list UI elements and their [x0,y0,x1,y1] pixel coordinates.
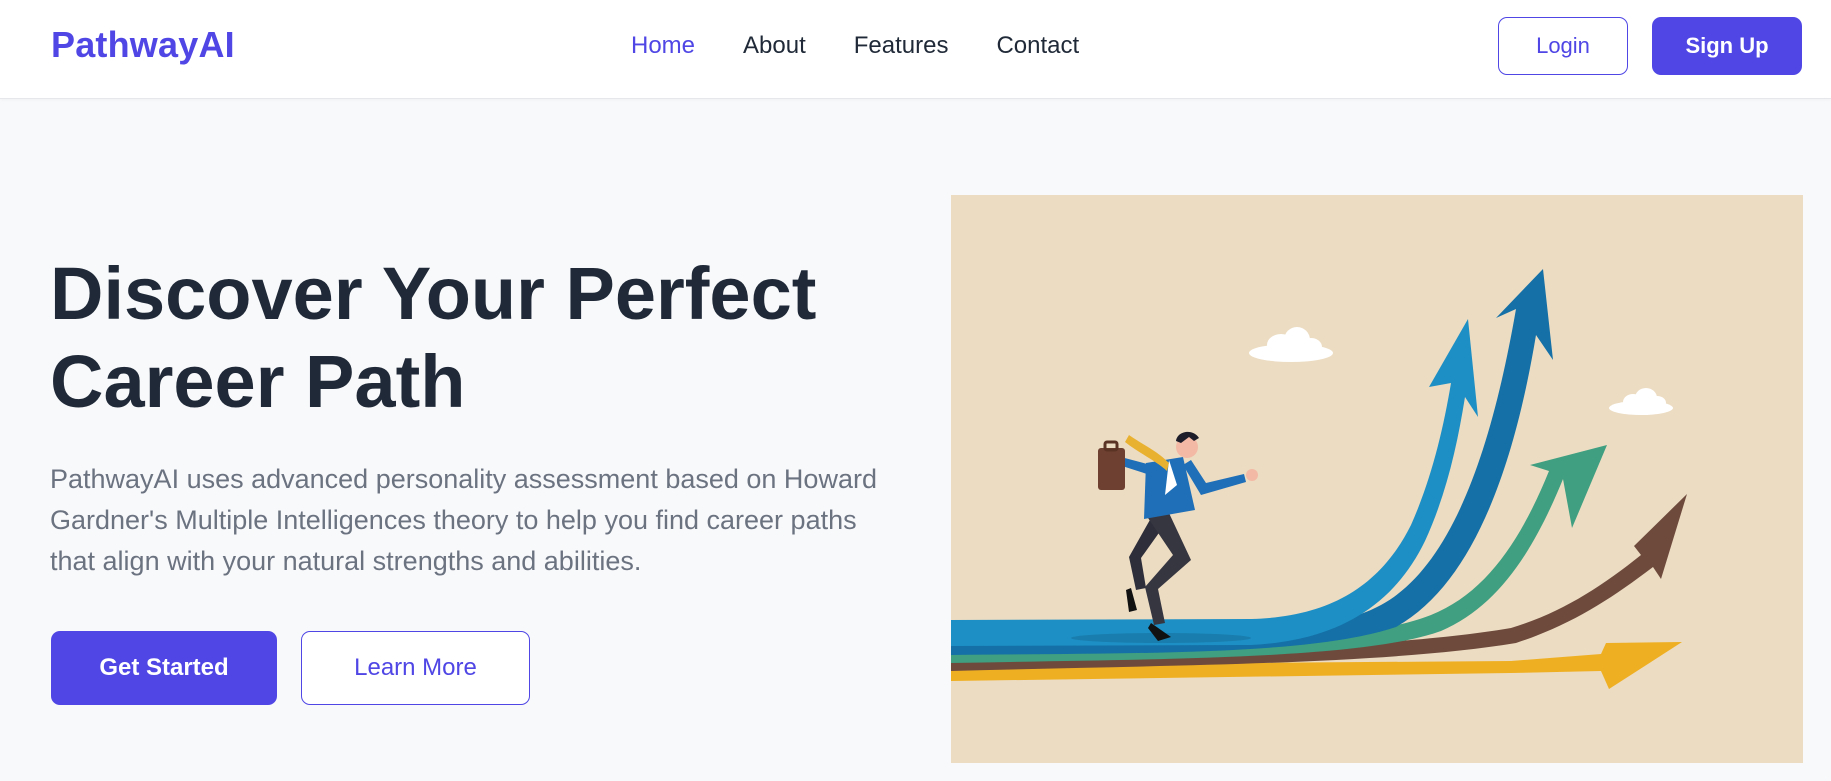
hero-title-line-2: Career Path [50,340,466,423]
brand-logo[interactable]: PathwayAI [51,24,235,66]
nav-link-contact[interactable]: Contact [996,30,1079,62]
top-navbar: PathwayAI Home About Features Contact Lo… [0,0,1831,99]
cloud-icon [1609,388,1673,415]
get-started-button[interactable]: Get Started [51,631,277,705]
hero-title: Discover Your Perfect Career Path [50,250,870,426]
nav-link-features[interactable]: Features [854,30,949,62]
hero-description: PathwayAI uses advanced personality asse… [50,464,877,576]
signup-button[interactable]: Sign Up [1652,17,1802,75]
nav-link-about[interactable]: About [743,30,806,62]
cloud-icon [1249,327,1333,362]
nav-link-home[interactable]: Home [631,30,695,62]
login-button[interactable]: Login [1498,17,1628,75]
hero-title-line-1: Discover Your Perfect [50,252,817,335]
career-arrows-icon [951,269,1687,689]
businessman-runner-icon [1098,431,1258,641]
learn-more-button[interactable]: Learn More [301,631,530,705]
career-growth-illustration [951,195,1803,763]
nav-links: Home About Features Contact [631,30,1127,62]
